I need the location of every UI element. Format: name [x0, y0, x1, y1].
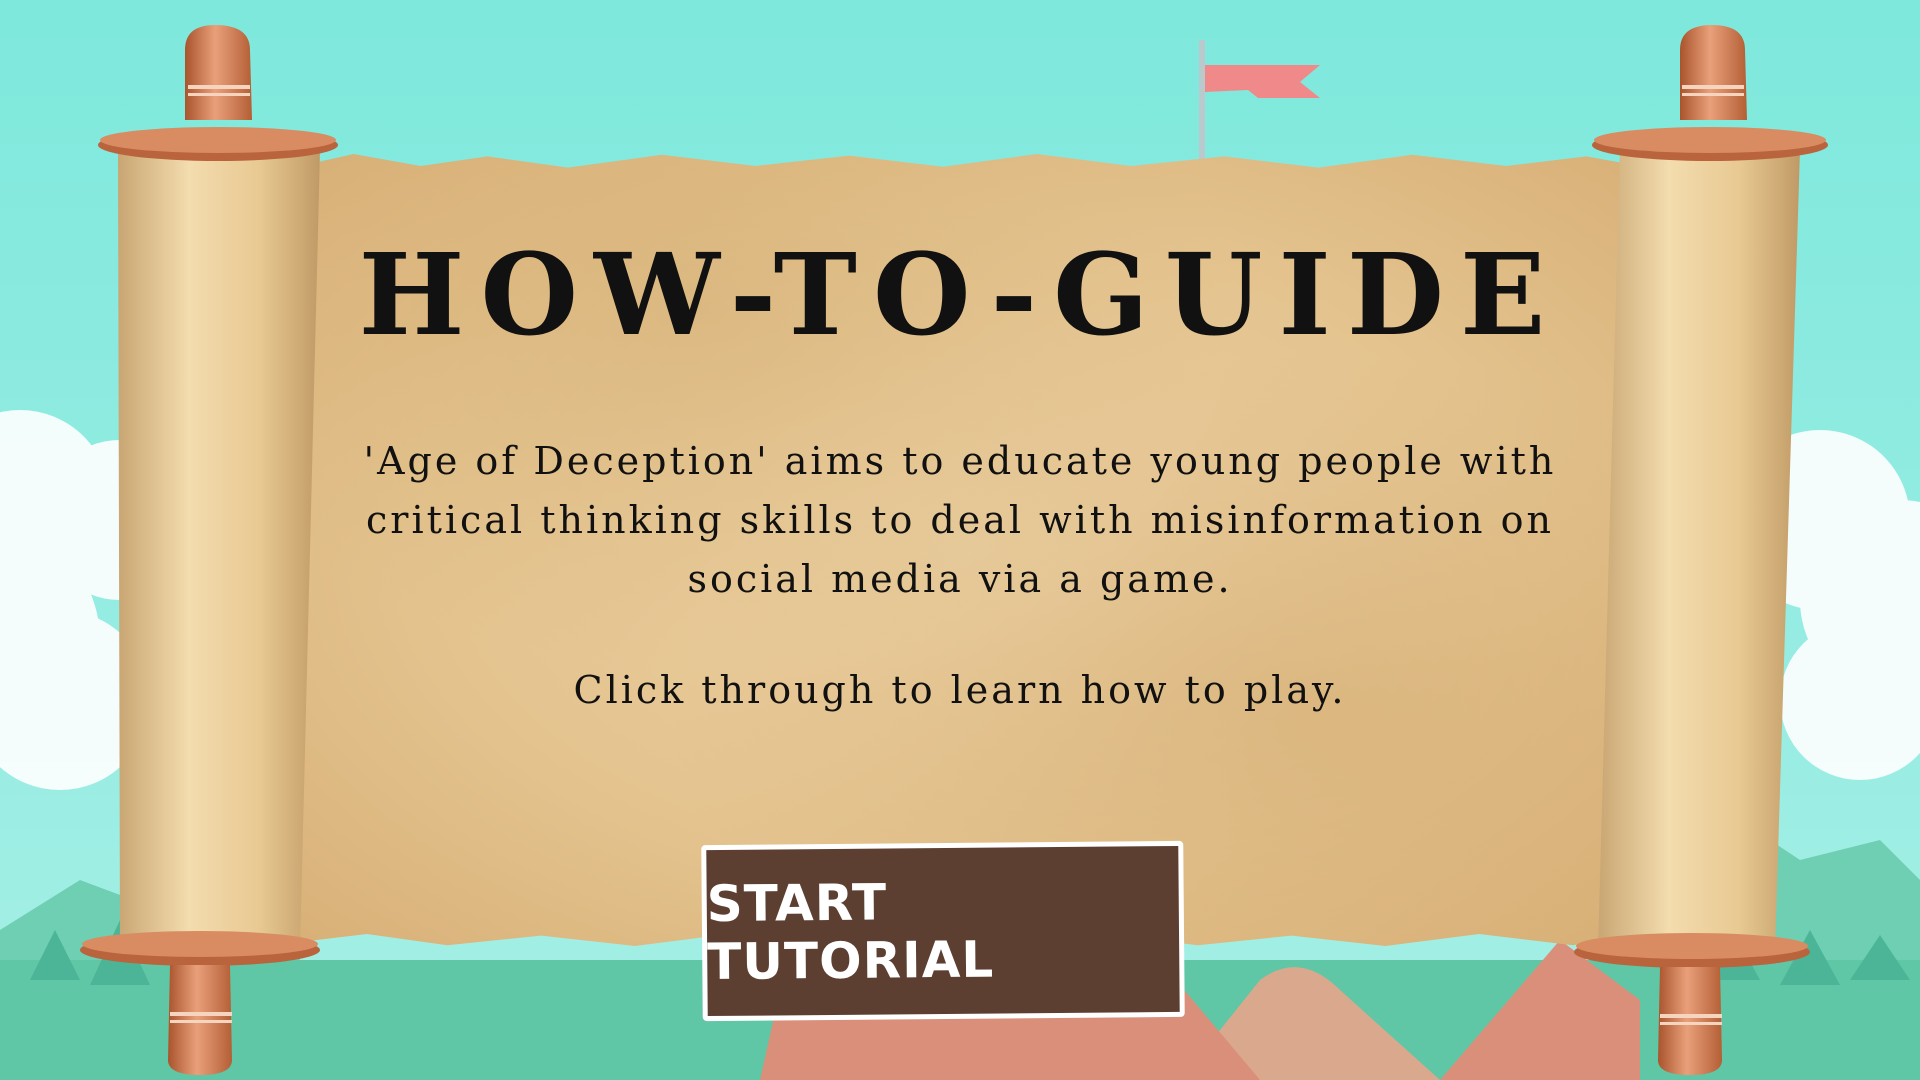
- start-tutorial-label: START TUTORIAL: [706, 873, 995, 992]
- start-tutorial-button[interactable]: START TUTORIAL: [701, 840, 1185, 1022]
- game-scene: HOW-TO-GUIDE 'Age of Deception' aims to …: [0, 0, 1920, 1080]
- left-scroll-roller: [80, 25, 338, 1075]
- guide-description: 'Age of Deception' aims to educate young…: [363, 439, 1557, 601]
- right-scroll-roller: [1574, 25, 1828, 1075]
- guide-title: HOW-TO-GUIDE: [358, 230, 1562, 361]
- guide-instruction: Click through to learn how to play.: [573, 668, 1347, 712]
